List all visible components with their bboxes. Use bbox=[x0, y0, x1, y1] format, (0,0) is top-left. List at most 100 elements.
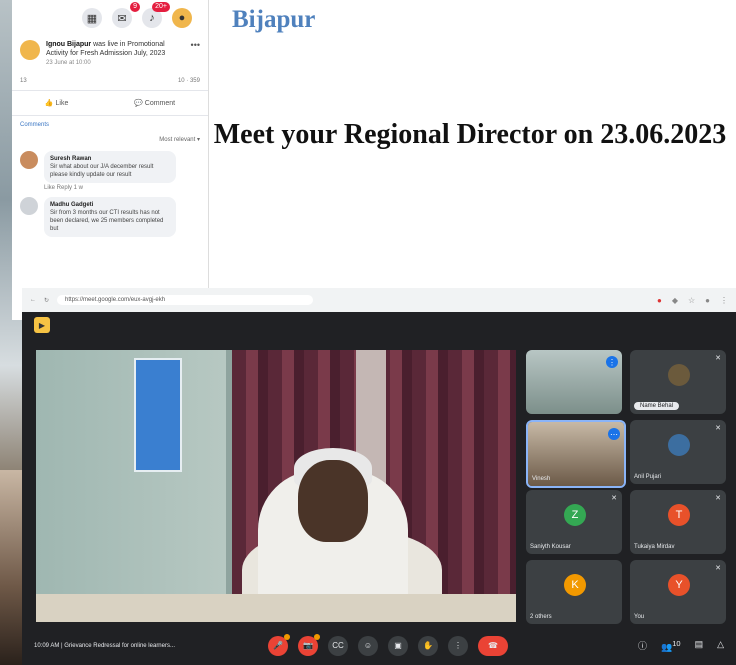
post-time[interactable]: 23 June at 10:00 bbox=[46, 60, 91, 66]
comment-label: Comment bbox=[144, 100, 176, 107]
participant-name: You bbox=[634, 614, 645, 620]
profile-icon[interactable]: ● bbox=[172, 8, 192, 28]
emoji-icon[interactable]: ☺ bbox=[358, 635, 378, 656]
participant-name: 2 others bbox=[530, 614, 552, 620]
participant-name: Vinesh bbox=[532, 476, 551, 482]
participant-tile[interactable]: ✕ Anil Pujari bbox=[630, 420, 726, 484]
comment-bubble: Suresh Rawan Sir what about our J/A dece… bbox=[44, 151, 176, 183]
participant-tile[interactable]: K 2 others bbox=[526, 560, 622, 624]
info-icon[interactable]: ⓘ bbox=[638, 639, 647, 653]
main-speaker-video bbox=[36, 350, 516, 622]
page-avatar[interactable] bbox=[20, 40, 40, 60]
menu-grid-icon[interactable]: ▦ bbox=[82, 8, 102, 28]
comment-bubble: Madhu Gadgeti Sir from 3 months our CTI … bbox=[44, 197, 176, 237]
headline: Meet your Regional Director on 23.06.202… bbox=[213, 119, 727, 150]
wall bbox=[36, 350, 226, 622]
wall-poster bbox=[134, 358, 182, 472]
comment-sort[interactable]: Most relevant ▾ bbox=[12, 134, 208, 145]
meeting-info: 10:09 AM | Grievance Redressal for onlin… bbox=[34, 642, 175, 649]
recording-icon: ● bbox=[656, 295, 662, 305]
post-stats: 13 10 · 359 bbox=[12, 72, 208, 91]
mic-icon[interactable]: 🎤 bbox=[268, 633, 290, 656]
menu-icon[interactable]: ⋮ bbox=[720, 296, 728, 305]
mic-off-icon: ✕ bbox=[715, 495, 721, 502]
participant-tile[interactable]: Z ✕ Saniyth Kousar bbox=[526, 490, 622, 554]
meet-logo-icon: ▶ bbox=[34, 317, 50, 333]
more-icon[interactable]: ⋯ bbox=[608, 428, 620, 440]
activities-icon[interactable]: △ bbox=[717, 639, 724, 653]
call-controls: 🎤 📷 CC ☺ ▣ ✋ ⋮ ☎ bbox=[268, 633, 508, 656]
commenter-avatar[interactable] bbox=[20, 151, 38, 169]
facebook-topbar: ▦ ✉ 9 ♪ 20+ ● bbox=[12, 0, 208, 36]
comment-author[interactable]: Madhu Gadgeti bbox=[50, 201, 170, 209]
commenter-avatar[interactable] bbox=[20, 197, 38, 215]
address-bar[interactable]: https://meet.google.com/eux-avgj-ekh bbox=[57, 295, 314, 305]
reload-icon[interactable]: ↻ bbox=[44, 297, 49, 304]
participant-name: Anil Pujari bbox=[634, 474, 662, 480]
profile-icon[interactable]: ● bbox=[705, 296, 710, 305]
post-author[interactable]: Ignou Bijapur bbox=[46, 41, 91, 48]
mic-off-icon: ✕ bbox=[715, 355, 721, 362]
mic-off-icon: ✕ bbox=[715, 565, 721, 572]
bell-icon[interactable]: ♪ 20+ bbox=[142, 2, 170, 28]
participant-tile[interactable]: T ✕ Tukaiya Mirdav bbox=[630, 490, 726, 554]
comment-button[interactable]: 💬 Comment bbox=[134, 99, 175, 107]
comment-text: Sir from 3 months our CTI results has no… bbox=[50, 210, 164, 232]
participant-tile[interactable]: ✕ Name Behal bbox=[630, 350, 726, 414]
participant-tiles: ⋮ ✕ Name Behal ⋯ Vinesh ✕ Anil Pujari Z … bbox=[526, 350, 730, 626]
mic-off-icon: ✕ bbox=[715, 425, 721, 432]
present-icon[interactable]: ▣ bbox=[388, 635, 408, 656]
more-icon[interactable]: ⋮ bbox=[448, 635, 468, 656]
extension-icon[interactable]: ◆ bbox=[672, 296, 678, 305]
desk bbox=[36, 594, 516, 622]
bookmark-icon[interactable]: ☆ bbox=[688, 296, 695, 305]
back-icon[interactable]: ← bbox=[30, 297, 36, 303]
participant-avatar: Z bbox=[564, 504, 586, 526]
notification-badge: 20+ bbox=[152, 2, 170, 12]
comment-item: Madhu Gadgeti Sir from 3 months our CTI … bbox=[12, 191, 208, 239]
participant-photo bbox=[668, 364, 690, 386]
participant-tile[interactable]: ⋯ Vinesh bbox=[526, 420, 626, 488]
captions-icon[interactable]: CC bbox=[328, 635, 348, 656]
side-controls: ⓘ 👥10 ▤ △ bbox=[638, 639, 724, 653]
participant-count: 10 bbox=[672, 638, 681, 648]
sort-label: Most relevant bbox=[159, 137, 196, 143]
messenger-icon[interactable]: ✉ 9 bbox=[112, 2, 140, 28]
camera-icon[interactable]: 📷 bbox=[298, 633, 320, 656]
chat-icon[interactable]: ▤ bbox=[695, 639, 704, 653]
participant-tile[interactable]: ⋮ bbox=[526, 350, 622, 414]
people-icon[interactable]: 👥10 bbox=[661, 639, 681, 653]
notification-badge: 9 bbox=[130, 2, 140, 12]
participant-avatar: T bbox=[668, 504, 690, 526]
like-label: Like bbox=[55, 100, 69, 107]
participant-name: Saniyth Kousar bbox=[530, 544, 571, 550]
like-button[interactable]: 👍 Like bbox=[45, 99, 69, 107]
browser-icons: ● ◆ ☆ ● ⋮ bbox=[657, 296, 728, 305]
comment-share-counts[interactable]: 10 · 359 bbox=[178, 78, 200, 84]
comments-link[interactable]: Comments bbox=[20, 122, 49, 128]
participant-name: Tukaiya Mirdav bbox=[634, 544, 675, 550]
more-options-icon[interactable]: ••• bbox=[191, 40, 200, 68]
participant-tile[interactable]: Y ✕ You bbox=[630, 560, 726, 624]
post-actions: 👍 Like 💬 Comment bbox=[12, 91, 208, 116]
meet-control-bar: 10:09 AM | Grievance Redressal for onlin… bbox=[22, 626, 736, 665]
comment-item: Suresh Rawan Sir what about our J/A dece… bbox=[12, 145, 208, 185]
comment-text: Sir what about our J/A december result p… bbox=[50, 164, 154, 178]
raise-hand-icon[interactable]: ✋ bbox=[418, 635, 438, 656]
mic-off-icon: ✕ bbox=[611, 495, 617, 502]
participant-avatar: K bbox=[564, 574, 586, 596]
place-title: Bijapur bbox=[232, 6, 316, 33]
participant-photo bbox=[668, 434, 690, 456]
browser-toolbar: ← ↻ https://meet.google.com/eux-avgj-ekh… bbox=[22, 288, 736, 312]
meeting-title[interactable]: Grievance Redressal for online learners.… bbox=[64, 643, 175, 649]
post-title: Ignou Bijapur was live in Promotional Ac… bbox=[46, 40, 185, 68]
hangup-icon[interactable]: ☎ bbox=[478, 635, 508, 656]
facebook-post-screenshot: ▦ ✉ 9 ♪ 20+ ● Ignou Bijapur was live in … bbox=[12, 0, 209, 320]
pin-icon[interactable]: ⋮ bbox=[606, 356, 618, 368]
participant-name: Name Behal bbox=[634, 402, 680, 410]
reactions-count[interactable]: 13 bbox=[20, 78, 27, 84]
participant-avatar: Y bbox=[668, 574, 690, 596]
meet-browser-window: ← ↻ https://meet.google.com/eux-avgj-ekh… bbox=[22, 288, 736, 665]
meeting-time: 10:09 AM bbox=[34, 642, 60, 649]
comment-author[interactable]: Suresh Rawan bbox=[50, 155, 170, 163]
